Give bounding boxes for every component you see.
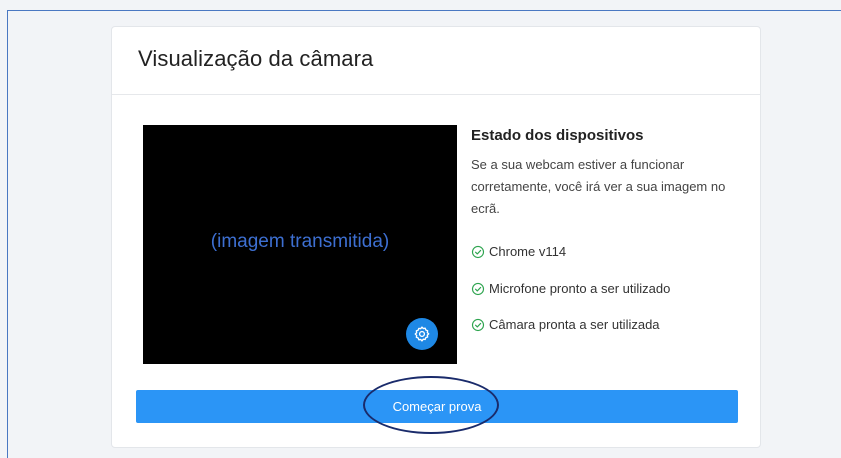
camera-settings-button[interactable] [406, 318, 438, 350]
camera-preview-card: Visualização da câmara (imagem transmiti… [111, 26, 761, 448]
video-caption: (imagem transmitida) [210, 231, 390, 252]
check-circle-icon [471, 245, 485, 258]
device-status-description: Se a sua webcam estiver a funcionar corr… [471, 157, 726, 216]
status-item-label: Chrome v114 [489, 244, 567, 259]
device-status-panel: Estado dos dispositivos Se a sua webcam … [471, 127, 741, 332]
gear-icon [414, 326, 430, 342]
start-exam-button[interactable]: Começar prova [136, 390, 738, 423]
check-circle-icon [471, 318, 485, 331]
status-item-camera: Câmara pronta a ser utilizada [471, 317, 660, 332]
check-circle-icon [471, 282, 485, 295]
video-preview: (imagem transmitida) [143, 125, 457, 364]
device-status-heading: Estado dos dispositivos [471, 127, 644, 144]
page-title: Visualização da câmara [138, 46, 374, 71]
status-item-label: Microfone pronto a ser utilizado [489, 281, 671, 296]
status-item-microphone: Microfone pronto a ser utilizado [471, 281, 670, 296]
status-item-browser: Chrome v114 [471, 244, 566, 259]
status-item-label: Câmara pronta a ser utilizada [489, 317, 660, 332]
card-header: Visualização da câmara [112, 27, 760, 95]
